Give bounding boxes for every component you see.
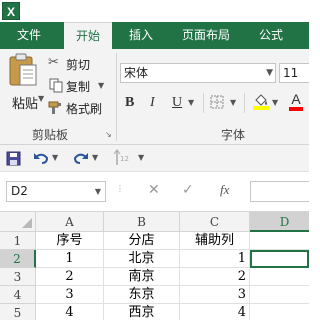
cell-B4[interactable]: 东京 — [104, 286, 180, 304]
clipboard-group-label: 剪贴板 — [32, 128, 69, 142]
row-header-1[interactable]: 1 — [0, 232, 36, 250]
cell-A3[interactable]: 2 — [36, 268, 104, 286]
font-color-glyph: A — [291, 91, 301, 107]
quick-access-toolbar: ▼ ▼ 12 ▼ — [0, 145, 309, 172]
cell-D1[interactable] — [250, 232, 309, 250]
row-header-3[interactable]: 3 — [0, 268, 36, 286]
cell-A4[interactable]: 3 — [36, 286, 104, 304]
redo-dropdown-icon[interactable]: ▼ — [92, 153, 98, 162]
cell-D2-active[interactable] — [250, 250, 309, 268]
column-header-A[interactable]: A — [36, 212, 104, 232]
cell-B3[interactable]: 南京 — [104, 268, 180, 286]
group-separator — [244, 93, 245, 113]
underline-dropdown-icon[interactable]: ▼ — [188, 98, 194, 107]
cell-D4[interactable] — [250, 286, 309, 304]
name-box-value: D2 — [11, 184, 28, 198]
cell-A1[interactable]: 序号 — [36, 232, 104, 250]
undo-icon[interactable] — [33, 151, 49, 165]
cell-C2[interactable]: 1 — [180, 250, 250, 268]
copy-icon — [49, 78, 63, 93]
name-box-dropdown-icon[interactable]: ▼ — [95, 182, 101, 201]
font-name-value: 宋体 — [124, 66, 149, 80]
clipboard-dialog-launcher-icon[interactable]: ↘ — [105, 130, 112, 139]
column-header-C[interactable]: C — [180, 212, 250, 232]
font-name-combo[interactable]: 宋体 ▼ — [120, 63, 276, 83]
font-size-combo[interactable]: 11 — [279, 63, 309, 83]
select-all-triangle-icon — [22, 218, 32, 228]
format-painter-icon — [48, 101, 61, 114]
tab-home[interactable]: 开始 — [64, 22, 112, 49]
save-icon[interactable] — [6, 151, 21, 166]
paste-label: 粘贴 — [12, 97, 39, 112]
ribbon-tab-bar: 文件 开始 插入 页面布局 公式 — [0, 22, 309, 49]
tab-file[interactable]: 文件 — [0, 22, 58, 49]
font-name-dropdown-icon[interactable]: ▼ — [266, 64, 273, 82]
cell-C1[interactable]: 辅助列 — [180, 232, 250, 250]
formula-input[interactable] — [250, 181, 309, 202]
copy-dropdown-icon[interactable]: ▼ — [98, 81, 104, 90]
italic-button[interactable]: I — [150, 95, 155, 111]
cell-C3[interactable]: 2 — [180, 268, 250, 286]
worksheet-grid: A B C D 1 序号 分店 辅助列 2 1 北京 1 3 2 南京 2 4 … — [0, 212, 309, 320]
select-all-corner[interactable] — [0, 212, 36, 232]
copy-button[interactable]: 复制 ▼ — [48, 77, 112, 95]
group-separator — [203, 93, 204, 113]
format-painter-button[interactable]: 格式刷 — [48, 99, 112, 117]
scissors-icon: ✂ — [48, 55, 59, 70]
font-color-swatch — [289, 107, 303, 111]
ribbon-home: 粘贴 ▼ ✂ 剪切 复制 ▼ 格式刷 剪贴板 ↘ 宋体 ▼ 11 B I U ▼… — [0, 49, 309, 145]
format-painter-label: 格式刷 — [66, 102, 103, 116]
cell-C5[interactable]: 4 — [180, 304, 250, 320]
cancel-entry-icon[interactable]: ✕ — [148, 182, 160, 198]
sort-badge: 12 — [120, 155, 129, 163]
borders-icon[interactable] — [210, 95, 224, 109]
group-separator — [116, 53, 117, 141]
tab-page-layout[interactable]: 页面布局 — [170, 22, 242, 49]
font-size-value: 11 — [283, 66, 299, 80]
cell-B2[interactable]: 北京 — [104, 250, 180, 268]
font-color-button[interactable]: A — [288, 92, 304, 111]
fill-color-icon[interactable] — [252, 91, 270, 111]
cell-C4[interactable]: 3 — [180, 286, 250, 304]
paste-button[interactable]: 粘贴 — [6, 53, 42, 113]
excel-app-icon[interactable]: X — [2, 2, 20, 20]
font-group-label: 字体 — [221, 128, 246, 142]
cell-D3[interactable] — [250, 268, 309, 286]
insert-function-button[interactable]: fx — [220, 182, 229, 198]
redo-icon[interactable] — [73, 151, 89, 165]
cell-D5[interactable] — [250, 304, 309, 320]
title-bar: X — [0, 0, 309, 22]
cut-button[interactable]: ✂ 剪切 — [48, 55, 108, 73]
excel-window: X 文件 开始 插入 页面布局 公式 粘贴 ▼ ✂ 剪切 复制 ▼ 格式刷 剪贴… — [0, 0, 309, 320]
customize-qat-icon[interactable]: ▼ — [138, 153, 144, 162]
column-header-D[interactable]: D — [250, 212, 309, 232]
row-header-2[interactable]: 2 — [0, 250, 36, 268]
paste-dropdown-icon[interactable]: ▼ — [38, 94, 44, 103]
copy-label: 复制 — [66, 80, 91, 94]
formula-bar-grip-icon: ⋮ — [116, 184, 124, 193]
cell-B5[interactable]: 西京 — [104, 304, 180, 320]
cell-A2[interactable]: 1 — [36, 250, 104, 268]
row-header-5[interactable]: 5 — [0, 304, 36, 320]
column-header-B[interactable]: B — [104, 212, 180, 232]
undo-dropdown-icon[interactable]: ▼ — [52, 153, 58, 162]
tab-insert[interactable]: 插入 — [118, 22, 164, 49]
cell-A5[interactable]: 4 — [36, 304, 104, 320]
paste-icon — [9, 53, 37, 86]
cell-B1[interactable]: 分店 — [104, 232, 180, 250]
underline-button[interactable]: U — [172, 95, 182, 111]
borders-dropdown-icon[interactable]: ▼ — [230, 98, 236, 107]
bold-button[interactable]: B — [125, 95, 134, 111]
cut-label: 剪切 — [66, 58, 91, 72]
fill-color-dropdown-icon[interactable]: ▼ — [272, 98, 278, 107]
sort-button[interactable]: 12 — [113, 149, 131, 169]
row-header-4[interactable]: 4 — [0, 286, 36, 304]
name-box[interactable]: D2 ▼ — [6, 181, 106, 202]
formula-bar: D2 ▼ ⋮ ✕ ✓ fx — [0, 172, 309, 212]
confirm-entry-icon[interactable]: ✓ — [182, 182, 194, 198]
tab-formulas[interactable]: 公式 — [248, 22, 294, 49]
